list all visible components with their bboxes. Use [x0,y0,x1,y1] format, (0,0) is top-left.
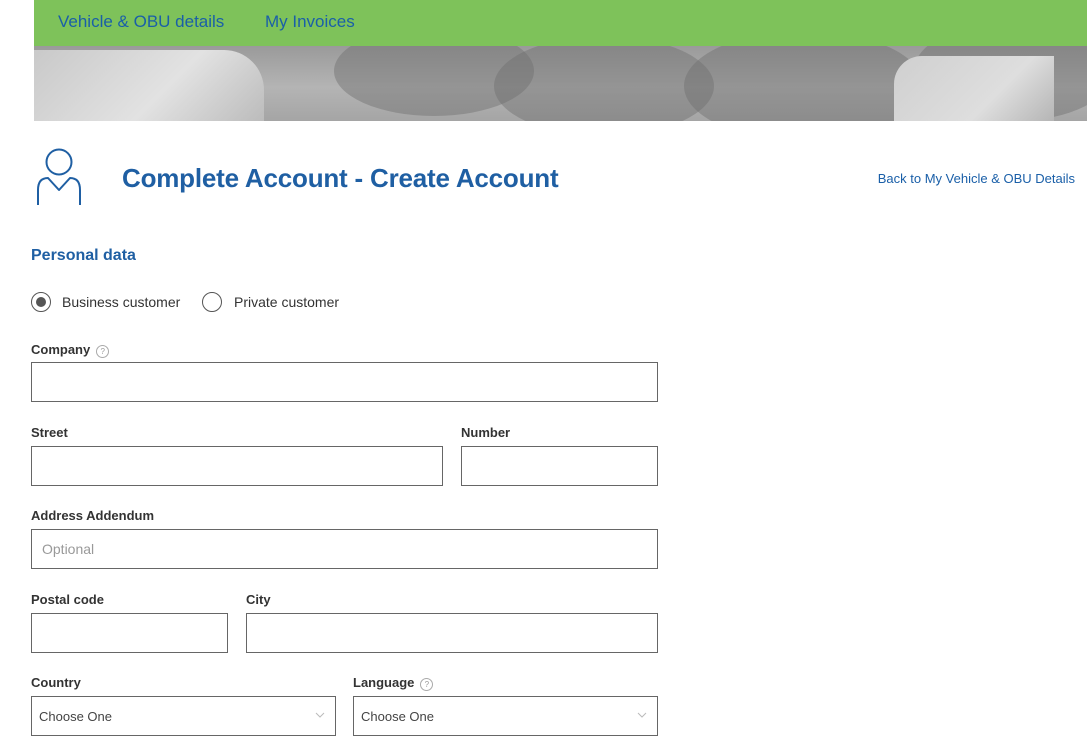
page-title: Complete Account - Create Account [122,163,559,193]
banner-tree-shape [684,46,924,121]
company-label: Company? [31,342,110,358]
banner-truck-shape [894,56,1054,121]
number-input[interactable] [461,446,658,486]
city-input[interactable] [246,613,658,653]
radio-label-private-customer[interactable]: Private customer [234,294,339,310]
street-label: Street [31,425,68,440]
chevron-down-icon [315,712,325,718]
radio-business-customer[interactable] [31,292,51,312]
city-label: City [246,592,271,607]
user-icon [37,148,81,205]
country-label: Country [31,675,81,690]
nav-item-my-invoices[interactable]: My Invoices [265,12,355,32]
company-label-text: Company [31,342,91,357]
street-input[interactable] [31,446,443,486]
nav-item-vehicle-obu-details[interactable]: Vehicle & OBU details [58,12,224,32]
banner-truck-shape [34,50,264,121]
country-selected-value: Choose One [39,709,112,724]
language-selected-value: Choose One [361,709,434,724]
radio-label-business-customer[interactable]: Business customer [62,294,180,310]
back-to-vehicle-details-link[interactable]: Back to My Vehicle & OBU Details [878,171,1075,186]
number-label: Number [461,425,511,440]
address-addendum-input[interactable] [31,529,658,569]
address-addendum-label: Address Addendum [31,508,155,523]
help-circle-icon[interactable]: ? [96,345,110,358]
chevron-down-icon [637,712,647,718]
help-circle-icon[interactable]: ? [420,678,434,691]
top-nav-bar: Vehicle & OBU details My Invoices [34,0,1087,46]
language-select[interactable]: Choose One [353,696,658,736]
language-label-text: Language [353,675,415,690]
country-select[interactable]: Choose One [31,696,336,736]
banner-tree-shape [494,46,714,121]
radio-private-customer[interactable] [202,292,222,312]
hero-banner-image [34,46,1087,121]
postal-code-input[interactable] [31,613,228,653]
language-label: Language? [353,675,434,691]
company-input[interactable] [31,362,658,402]
section-title-personal-data: Personal data [31,247,136,264]
postal-code-label: Postal code [31,592,104,607]
